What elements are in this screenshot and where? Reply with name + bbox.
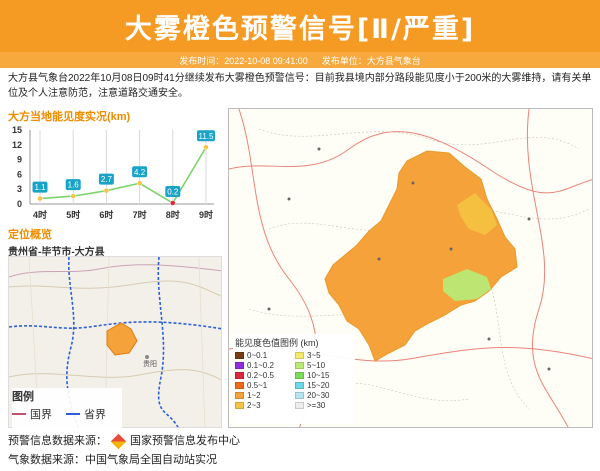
- legend-swatch: [295, 392, 304, 399]
- visibility-point: [170, 200, 176, 206]
- weather-source-text: 气象数据来源：中国气象局全国自动站实况: [8, 454, 217, 466]
- visibility-point: [37, 195, 43, 202]
- legend-range-label: 0~0.1: [247, 351, 268, 360]
- warning-source-name: 国家预警信息发布中心: [130, 435, 240, 447]
- value-label: 4.2: [134, 168, 146, 177]
- legend-swatch: [235, 362, 244, 369]
- visibility-legend-item: 10~15: [295, 371, 355, 380]
- publisher: 发布单位：大方县气象台: [321, 55, 421, 66]
- visibility-legend-item: 20~30: [295, 391, 355, 400]
- header-bar: 大雾橙色预警信号[Ⅱ/严重]: [0, 0, 600, 52]
- y-tick-label: 3: [17, 184, 22, 194]
- visibility-chart-title: 大方当地能见度实况(km): [8, 111, 131, 123]
- x-tick-label: 4时: [33, 209, 47, 220]
- x-tick-label: 5时: [66, 209, 80, 220]
- warning-description: 大方县气象台2022年10月08日09时41分继续发布大雾橙色预警信号：目前我县…: [8, 73, 592, 99]
- value-label: 1.6: [68, 181, 80, 190]
- location-legend-title: 图例: [12, 391, 34, 403]
- visibility-point: [70, 193, 76, 199]
- legend-range-label: 15~20: [307, 381, 330, 390]
- warning-center-logo-icon: [110, 433, 127, 450]
- value-label: 2.7: [101, 175, 113, 184]
- value-label: 0.2: [167, 188, 179, 197]
- visibility-point: [103, 187, 110, 194]
- location-legend: 图例 国界 省界: [12, 388, 122, 428]
- legend-swatch: [295, 352, 304, 359]
- value-label: 1.1: [34, 183, 46, 192]
- visibility-chart: 0 3 6 9 12 15 1.1 4时 1.6 5时 2.7 6时 4.2 7时 0.2 8时 11.5 9时: [12, 125, 215, 220]
- legend-range-label: 3~5: [307, 351, 321, 360]
- x-tick-label: 7时: [133, 209, 147, 220]
- visibility-legend-grid: 0~0.1 3~5 0.1~0.2 5~10 0.2~0.5 10~15 0.5~1 15~2…: [235, 351, 353, 410]
- warning-source-label: 预警信息数据来源：: [8, 435, 107, 447]
- legend-swatch: [235, 372, 244, 379]
- warning-source-row: 预警信息数据来源： 国家预警信息发布中心: [8, 432, 240, 451]
- legend-range-label: >=30: [307, 401, 326, 410]
- visibility-chart-panel: 大方当地能见度实况(km) 0 3 6 9 12 15 1.1 4时 1.6 5时 2.7 6时 4.2…: [8, 108, 222, 228]
- publish-info-bar: 发布时间：2022-10-08 09:41:00 发布单位：大方县气象台: [0, 52, 600, 68]
- visibility-legend-item: 1~2: [235, 391, 295, 400]
- legend-swatch: [295, 402, 304, 409]
- x-tick-label: 9时: [199, 209, 213, 220]
- visibility-series-line: [39, 146, 207, 205]
- publish-time: 发布时间：2022-10-08 09:41:00: [179, 55, 308, 66]
- visibility-legend-item: 15~20: [295, 381, 355, 390]
- legend-swatch: [295, 372, 304, 379]
- legend-range-label: 0.5~1: [247, 381, 268, 390]
- page-title: 大雾橙色预警信号[Ⅱ/严重]: [124, 13, 476, 45]
- weather-source-row: 气象数据来源：中国气象局全国自动站实况: [8, 451, 240, 470]
- city-label-guiyang: 贵阳: [143, 361, 157, 368]
- visibility-legend-item: 0~0.1: [235, 351, 295, 360]
- visibility-point: [203, 144, 209, 151]
- legend-swatch: [235, 352, 244, 359]
- legend-swatch: [295, 362, 304, 369]
- legend-range-label: 2~3: [247, 401, 261, 410]
- y-tick-label: 0: [17, 199, 22, 209]
- visibility-legend-item: 0.1~0.2: [235, 361, 295, 370]
- visibility-legend-item: 0.5~1: [235, 381, 295, 390]
- legend-label: 国界: [30, 409, 52, 421]
- visibility-legend-item: 2~3: [235, 401, 295, 410]
- visibility-color-legend: 能见度色值图例 (km) 0~0.1 3~5 0.1~0.2 5~10 0.2~0.5 1…: [233, 334, 355, 424]
- national-border-line-icon: [12, 413, 26, 415]
- legend-range-label: 0.2~0.5: [247, 371, 274, 380]
- visibility-legend-item: 5~10: [295, 361, 355, 370]
- x-tick-label: 8时: [166, 209, 180, 220]
- visibility-point: [136, 180, 143, 187]
- provincial-border-line-icon: [66, 413, 80, 415]
- legend-range-label: 5~10: [307, 361, 326, 370]
- legend-range-label: 20~30: [307, 391, 330, 400]
- visibility-legend-item: 3~5: [295, 351, 355, 360]
- legend-range-label: 0.1~0.2: [247, 361, 274, 370]
- legend-range-label: 10~15: [307, 371, 330, 380]
- visibility-legend-item: 0.2~0.5: [235, 371, 295, 380]
- legend-label: 省界: [84, 409, 106, 421]
- legend-swatch: [295, 382, 304, 389]
- visibility-legend-title: 能见度色值图例 (km): [235, 338, 319, 348]
- y-tick-label: 15: [12, 125, 22, 135]
- y-tick-label: 9: [17, 155, 22, 165]
- footer-sources: 预警信息数据来源： 国家预警信息发布中心 气象数据来源：中国气象局全国自动站实况: [8, 432, 240, 470]
- value-label: 11.5: [199, 132, 215, 141]
- y-tick-label: 12: [12, 140, 22, 150]
- visibility-legend-item: >=30: [295, 401, 355, 410]
- y-tick-label: 6: [17, 169, 22, 179]
- x-tick-label: 6时: [99, 209, 113, 220]
- legend-swatch: [235, 402, 244, 409]
- legend-item-national-border: 国界: [12, 406, 52, 422]
- legend-item-provincial-border: 省界: [66, 406, 106, 422]
- legend-swatch: [235, 392, 244, 399]
- legend-swatch: [235, 382, 244, 389]
- legend-range-label: 1~2: [247, 391, 261, 400]
- location-title: 定位概览: [8, 229, 52, 241]
